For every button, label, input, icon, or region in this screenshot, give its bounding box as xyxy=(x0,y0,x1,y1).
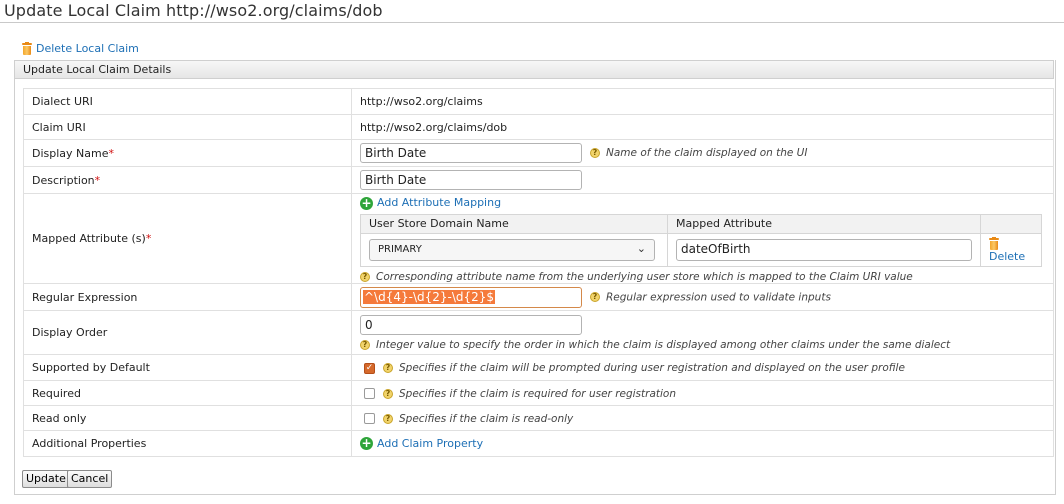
page-title: Update Local Claim http://wso2.org/claim… xyxy=(4,1,383,20)
row-display-name: Display Name* Birth Date? Name of the cla… xyxy=(23,139,1054,167)
required-marker: * xyxy=(108,146,115,160)
required-checkbox[interactable] xyxy=(364,388,375,399)
help-icon: ? xyxy=(383,413,393,424)
delete-local-claim-link[interactable]: Delete Local Claim xyxy=(22,42,139,55)
supported-by-default-hint: Specifies if the claim will be prompted … xyxy=(399,362,905,374)
delete-local-claim-label: Delete Local Claim xyxy=(36,42,139,55)
trash-icon xyxy=(989,237,999,250)
add-icon: + xyxy=(360,436,373,451)
add-icon: + xyxy=(360,195,373,210)
row-read-only: Read only ? Specifies if the claim is rea… xyxy=(23,405,1054,431)
supported-by-default-label: Supported by Default xyxy=(23,354,352,381)
row-mapped-attributes: Mapped Attribute (s)* + Add Attribute Map… xyxy=(23,193,1054,284)
read-only-label: Read only xyxy=(23,405,352,431)
user-store-domain-value: PRIMARY xyxy=(378,243,422,255)
update-button[interactable]: Update xyxy=(22,470,70,488)
help-icon: ? xyxy=(360,339,370,350)
column-header-actions xyxy=(980,213,1042,234)
row-display-order: Display Order 0 ? Integer value to specif… xyxy=(23,310,1054,355)
help-icon: ? xyxy=(383,388,393,399)
add-attribute-mapping-label: Add Attribute Mapping xyxy=(377,196,502,209)
claim-uri-label: Claim URI xyxy=(23,114,352,140)
delete-mapping-link[interactable]: Delete xyxy=(980,232,1042,267)
mapping-row: PRIMARY ⌄ dateOfBirth Delete xyxy=(360,232,1042,267)
display-name-hint: Name of the claim displayed on the UI xyxy=(606,147,808,159)
help-icon: ? xyxy=(590,292,600,302)
row-dialect-uri: Dialect URI http://wso2.org/claims xyxy=(23,88,1054,115)
required-marker: * xyxy=(145,232,152,245)
help-icon: ? xyxy=(360,272,370,282)
cancel-button[interactable]: Cancel xyxy=(67,470,113,488)
attribute-mapping-table: User Store Domain Name Mapped Attribute … xyxy=(360,213,1042,268)
read-only-hint: Specifies if the claim is read-only xyxy=(399,412,574,425)
required-marker: * xyxy=(94,173,101,187)
display-name-input[interactable]: Birth Date xyxy=(360,143,582,163)
row-supported-by-default: Supported by Default ✓? Specifies if the … xyxy=(23,354,1054,381)
display-order-input[interactable]: 0 xyxy=(360,314,582,335)
help-icon: ? xyxy=(383,363,393,373)
regex-input[interactable]: ^\d{4}-\d{2}-\d{2}$ xyxy=(360,286,582,308)
description-label: Description xyxy=(32,173,95,187)
row-additional-properties: Additional Properties + Add Claim Propert… xyxy=(23,430,1054,457)
regex-hint: Regular expression used to validate inpu… xyxy=(606,291,831,303)
display-order-label: Display Order xyxy=(23,310,352,355)
delete-mapping-label: Delete xyxy=(989,250,1026,263)
regex-value: ^\d{4}-\d{2}-\d{2}$ xyxy=(363,289,496,304)
column-header-attribute: Mapped Attribute xyxy=(667,213,981,234)
row-description: Description* Birth Date xyxy=(23,166,1054,194)
chevron-down-icon: ⌄ xyxy=(636,241,646,255)
add-claim-property-link[interactable]: + Add Claim Property xyxy=(360,436,484,451)
help-icon: ? xyxy=(590,148,600,158)
claim-details-table: Dialect URI http://wso2.org/claims Claim… xyxy=(23,88,1054,457)
row-required: Required ? Specifies if the claim is requ… xyxy=(23,380,1054,406)
column-header-domain: User Store Domain Name xyxy=(360,213,668,234)
supported-by-default-checkbox[interactable]: ✓ xyxy=(364,362,375,374)
regex-label: Regular Expression xyxy=(23,283,352,311)
additional-properties-label: Additional Properties xyxy=(23,430,352,457)
display-order-hint: Integer value to specify the order in wh… xyxy=(376,338,951,351)
description-input[interactable]: Birth Date xyxy=(360,170,582,190)
dialect-uri-value: http://wso2.org/claims xyxy=(351,88,1054,115)
mapped-attributes-label: Mapped Attribute (s) xyxy=(32,232,146,245)
title-divider xyxy=(0,22,1064,23)
mapped-attribute-input[interactable]: dateOfBirth xyxy=(676,238,972,261)
user-store-domain-select[interactable]: PRIMARY ⌄ xyxy=(369,238,655,261)
row-claim-uri: Claim URI http://wso2.org/claims/dob xyxy=(23,114,1054,140)
mapped-attribute-hint: Corresponding attribute name from the un… xyxy=(376,271,913,283)
claim-uri-value: http://wso2.org/claims/dob xyxy=(351,114,1054,140)
display-name-label: Display Name xyxy=(32,146,109,160)
section-header: Update Local Claim Details xyxy=(14,60,1054,79)
trash-icon xyxy=(22,42,32,55)
row-regular-expression: Regular Expression ^\d{4}-\d{2}-\d{2}$? R… xyxy=(23,283,1054,311)
add-attribute-mapping-link[interactable]: + Add Attribute Mapping xyxy=(360,196,1045,210)
add-claim-property-label: Add Claim Property xyxy=(377,436,484,450)
dialect-uri-label: Dialect URI xyxy=(23,88,352,115)
required-hint: Specifies if the claim is required for u… xyxy=(399,387,677,400)
required-label: Required xyxy=(23,380,352,406)
read-only-checkbox[interactable] xyxy=(364,413,375,424)
